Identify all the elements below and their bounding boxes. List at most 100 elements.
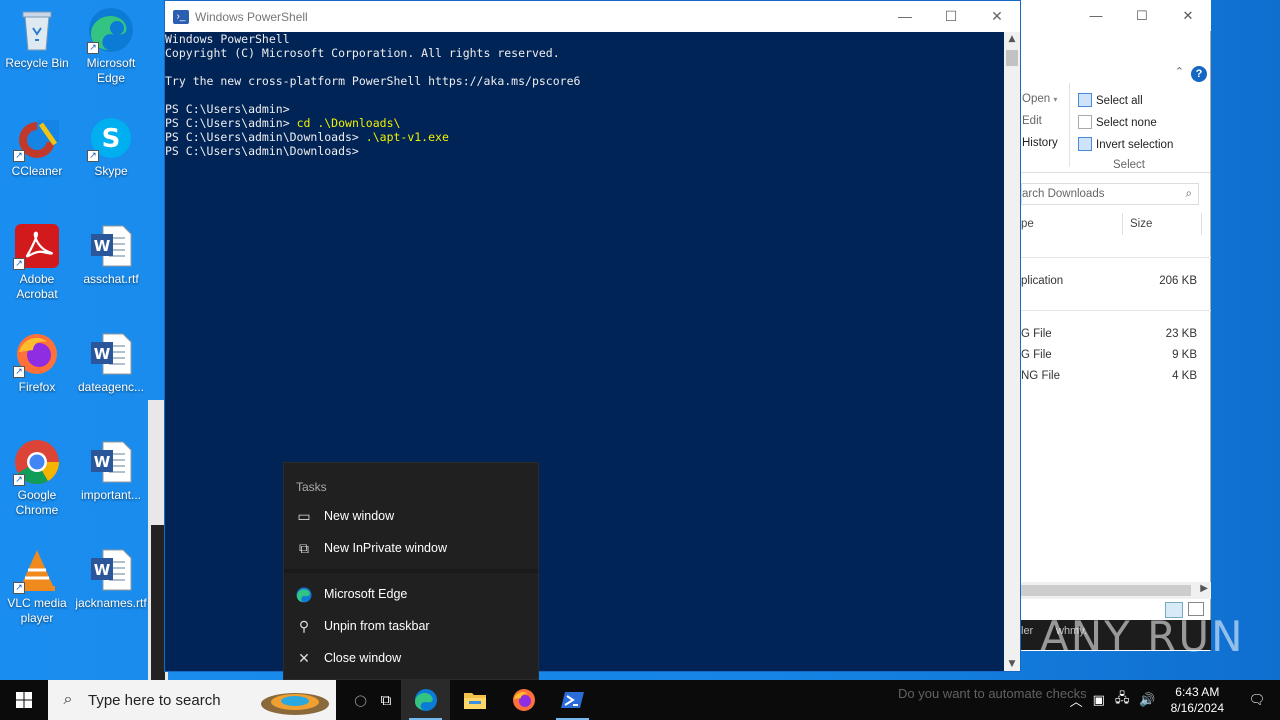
desktop-icon-ccleaner[interactable]: ↗ CCleaner <box>0 114 74 179</box>
desktop-icon-label: Firefox <box>18 380 56 394</box>
console-prompt: PS C:\Users\admin> <box>165 102 290 116</box>
background-window-dark <box>151 525 165 680</box>
minimize-icon[interactable]: — <box>1073 8 1119 23</box>
ghost-notification-text: Do you want to automate checks <box>898 686 1087 701</box>
svg-text:W: W <box>94 561 111 579</box>
jump-item-close-window[interactable]: ✕ Close window <box>284 642 538 674</box>
taskbar-firefox[interactable] <box>499 680 548 720</box>
desktop-icon-label: asschat.rtf <box>83 272 139 286</box>
notification-center-button[interactable]: 🗨 <box>1234 693 1280 708</box>
jump-item-unpin-from-taskbar[interactable]: ⚲ Unpin from taskbar <box>284 610 538 642</box>
desktop-icon-label: Recycle Bin <box>5 56 69 70</box>
taskbar-search-box[interactable]: ⌕ Type here to search <box>48 680 336 720</box>
scrollbar-thumb[interactable] <box>1021 585 1191 596</box>
minimize-icon[interactable]: — <box>882 8 928 25</box>
folder-icon <box>463 693 486 709</box>
edge-jump-list: Tasks ▭ New window ⧉ New InPrivate windo… <box>283 462 539 680</box>
desktop-icon-label: CCleaner <box>11 164 63 178</box>
cortana-icon: ○ <box>353 691 368 709</box>
scroll-up-arrow-icon[interactable]: ▲ <box>1004 34 1020 44</box>
close-icon[interactable]: ✕ <box>974 8 1020 25</box>
vertical-scrollbar[interactable]: ▲ ▼ <box>1004 32 1020 671</box>
invert-selection-button[interactable]: Invert selection <box>1078 137 1173 151</box>
maximize-icon[interactable]: ☐ <box>928 8 974 25</box>
desktop-icon-label: VLC media player <box>7 596 67 625</box>
jump-list-divider <box>284 569 538 573</box>
shortcut-arrow-icon: ↗ <box>87 42 99 54</box>
desktop-icon-microsoft-edge[interactable]: ↗ Microsoft Edge <box>74 6 148 86</box>
device-icon[interactable]: ▣ <box>1093 693 1105 708</box>
close-icon[interactable]: ✕ <box>1165 8 1211 24</box>
file-row[interactable]: G File 23 KB <box>1021 328 1197 340</box>
select-all-button[interactable]: Select all <box>1078 93 1143 107</box>
file-explorer-window[interactable]: — ☐ ✕ ⌃ ? Open ▾ Edit History Select all… <box>1021 0 1211 651</box>
ribbon-history[interactable]: History <box>1022 137 1058 149</box>
desktop-icon-firefox[interactable]: ↗ Firefox <box>0 330 74 395</box>
shortcut-arrow-icon: ↗ <box>13 258 25 270</box>
window-title: Windows PowerShell <box>195 9 308 24</box>
scroll-down-arrow-icon[interactable]: ▼ <box>1004 659 1020 669</box>
desktop-icon-dateagenc[interactable]: W dateagenc... <box>74 330 148 395</box>
volume-icon[interactable]: 🔊 <box>1139 693 1155 708</box>
chrome-icon: ↗ <box>13 438 61 486</box>
file-row[interactable]: NG File 4 KB <box>1021 370 1197 382</box>
scroll-right-arrow-icon[interactable]: ▶ <box>1200 583 1208 594</box>
select-none-button[interactable]: Select none <box>1078 115 1157 129</box>
column-header-size[interactable]: Size <box>1130 218 1152 230</box>
file-size: 9 KB <box>1172 349 1197 361</box>
console-line: Windows PowerShell <box>165 32 290 46</box>
file-size: 206 KB <box>1159 275 1197 287</box>
ribbon: Open ▾ Edit History Select all Select no… <box>1021 83 1210 173</box>
ribbon-open-label: Open <box>1022 93 1051 105</box>
start-button[interactable] <box>0 680 48 720</box>
taskbar-powershell[interactable] <box>548 680 597 720</box>
jump-item-new-window[interactable]: ▭ New window <box>284 500 538 532</box>
clock[interactable]: 6:43 AM 8/16/2024 <box>1171 684 1224 716</box>
desktop-icon-important[interactable]: W important... <box>74 438 148 503</box>
ribbon-open[interactable]: Open ▾ <box>1022 93 1057 105</box>
console-prompt: PS C:\Users\admin\Downloads> <box>165 130 366 144</box>
network-icon[interactable]: 🖧 <box>1115 689 1130 711</box>
taskbar-microsoft-edge[interactable] <box>401 680 450 720</box>
desktop-icon-jacknames-rtf[interactable]: W jacknames.rtf <box>74 546 148 611</box>
vlc-icon: ↗ <box>13 546 61 594</box>
column-header-type[interactable]: pe <box>1021 218 1034 230</box>
invert-selection-icon <box>1078 137 1092 151</box>
search-icon: ⌕ <box>1185 188 1192 200</box>
console-line: Copyright (C) Microsoft Corporation. All… <box>165 46 560 60</box>
help-icon[interactable]: ? <box>1191 66 1207 82</box>
powershell-titlebar[interactable]: ›_ Windows PowerShell — ☐ ✕ <box>165 1 1020 32</box>
firefox-icon <box>512 689 535 711</box>
desktop-icon-recycle-bin[interactable]: Recycle Bin <box>0 6 74 71</box>
desktop-icon-google-chrome[interactable]: ↗ Google Chrome <box>0 438 74 518</box>
search-input[interactable]: arch Downloads ⌕ <box>1021 183 1199 205</box>
edge-icon <box>414 689 437 711</box>
desktop-icon-asschat-rtf[interactable]: W asschat.rtf <box>74 222 148 287</box>
horizontal-scrollbar[interactable]: ▶ <box>1021 582 1211 599</box>
desktop-icon-adobe-acrobat[interactable]: ↗ Adobe Acrobat <box>0 222 74 302</box>
ribbon-collapse-chevron-icon[interactable]: ⌃ <box>1175 65 1184 78</box>
taskbar-task-view[interactable]: ⧉ <box>371 680 401 720</box>
scrollbar-thumb[interactable] <box>1006 50 1018 66</box>
notification-icon: 🗨 <box>1248 692 1266 708</box>
word-document-icon: W <box>87 222 135 270</box>
desktop-icon-label: dateagenc... <box>77 380 145 394</box>
desktop-icon-skype[interactable]: S ↗ Skype <box>74 114 148 179</box>
file-row[interactable]: G File 9 KB <box>1021 349 1197 361</box>
jump-item-microsoft-edge[interactable]: Microsoft Edge <box>284 578 538 610</box>
desktop-icon-vlc[interactable]: ↗ VLC media player <box>0 546 74 626</box>
word-document-icon: W <box>87 330 135 378</box>
jump-item-new-inprivate-window[interactable]: ⧉ New InPrivate window <box>284 532 538 564</box>
taskbar-file-explorer[interactable] <box>450 680 499 720</box>
file-size: 4 KB <box>1172 370 1197 382</box>
ribbon-edit[interactable]: Edit <box>1022 115 1042 127</box>
word-document-icon: W <box>87 546 135 594</box>
file-row[interactable]: plication 206 KB <box>1021 275 1197 287</box>
console-line: PS C:\Users\admin\Downloads> .\apt-v1.ex… <box>165 130 1004 144</box>
file-type: G File <box>1021 328 1052 340</box>
ccleaner-icon: ↗ <box>13 114 61 162</box>
system-tray: ︿ ▣ 🖧 🔊 6:43 AM 8/16/2024 🗨 <box>1065 680 1280 720</box>
maximize-icon[interactable]: ☐ <box>1119 8 1165 24</box>
jump-item-label: Unpin from taskbar <box>324 619 430 633</box>
desktop-icon-label: jacknames.rtf <box>75 596 147 610</box>
